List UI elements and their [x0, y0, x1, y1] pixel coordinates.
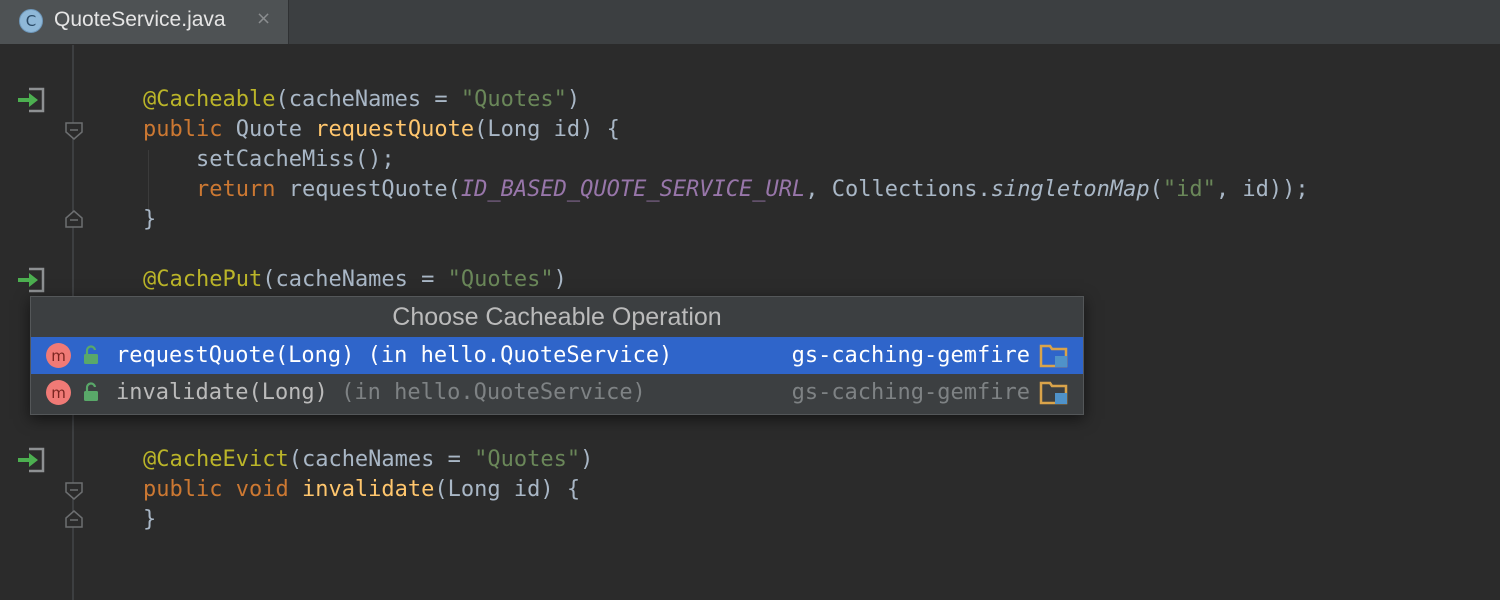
popup-title: Choose Cacheable Operation — [392, 303, 722, 331]
java-class-icon: C — [19, 9, 43, 33]
equals: = — [421, 87, 461, 112]
code-line-cacheput: @CachePut(cacheNames = "Quotes") — [143, 267, 567, 292]
public-lock-icon — [84, 382, 98, 401]
keyword: public — [143, 117, 223, 142]
fold-start-icon[interactable] — [65, 482, 83, 500]
param-name: cacheNames — [301, 447, 435, 472]
code-line-close-brace: } — [143, 207, 157, 232]
separator: , Collections. — [805, 177, 991, 202]
cache-operation-navigate-icon[interactable] — [16, 265, 46, 295]
keyword: public void — [143, 477, 289, 502]
code-line-set-cache-miss: setCacheMiss(); — [143, 147, 395, 172]
string-literal: "Quotes" — [460, 87, 567, 112]
close-tab-icon[interactable]: × — [256, 8, 271, 29]
string-literal: "Quotes" — [447, 267, 554, 292]
tab-title: QuoteService.java — [54, 8, 226, 31]
code-line-invalidate-signature: public void invalidate(Long id) { — [143, 475, 580, 505]
close-paren: ) — [580, 447, 594, 472]
method-name: invalidate — [301, 477, 435, 502]
popup-item-method: requestQuote(Long) — [116, 343, 355, 368]
static-call: singletonMap — [990, 177, 1150, 202]
popup-item-module: gs-caching-gemfire — [791, 343, 1030, 368]
param-name: cacheNames — [275, 267, 408, 292]
popup-item-invalidate[interactable]: m invalidate(Long) (in hello.QuoteServic… — [31, 374, 1083, 411]
keyword: return — [143, 177, 276, 202]
cache-operation-navigate-icon[interactable] — [16, 85, 46, 115]
annotation: @CacheEvict — [143, 447, 289, 472]
cache-operation-navigate-icon[interactable] — [16, 445, 46, 475]
code-line-close-brace: } — [143, 507, 157, 532]
open-paren: ( — [1149, 177, 1163, 202]
string-literal: "id" — [1162, 177, 1216, 202]
rest: , id)); — [1215, 177, 1309, 202]
tab-quoteservice-java[interactable]: C QuoteService.java × — [0, 0, 289, 44]
choose-cacheable-operation-popup: Choose Cacheable Operation m requestQuot… — [30, 296, 1084, 415]
close-paren: ) — [566, 87, 581, 112]
code-line-request-quote-signature: public Quote requestQuote(Long id) { — [143, 115, 620, 145]
call: requestQuote( — [275, 177, 461, 202]
popup-item-location: (in hello.QuoteService) — [327, 380, 646, 405]
popup-item-method: invalidate(Long) — [116, 380, 328, 405]
annotation: @Cacheable — [143, 87, 276, 112]
code-line-cacheable: @Cacheable(cacheNames = "Quotes") — [143, 87, 581, 112]
editor-tab-bar: C QuoteService.java × — [0, 0, 1500, 45]
fold-end-icon[interactable] — [65, 210, 83, 228]
module-folder-icon — [1039, 381, 1068, 405]
method-icon: m — [46, 380, 71, 405]
code-line-cacheevict: @CacheEvict(cacheNames = "Quotes") — [143, 447, 594, 472]
return-type: Quote — [222, 117, 316, 142]
annotation: @CachePut — [143, 267, 263, 292]
popup-item-request-quote[interactable]: m requestQuote(Long) (in hello.QuoteServ… — [31, 337, 1083, 374]
popup-item-text: invalidate(Long) (in hello.QuoteService) — [116, 374, 646, 411]
method-name: requestQuote — [315, 117, 475, 142]
params: (Long id) { — [474, 117, 620, 142]
equals: = — [407, 267, 448, 292]
close-paren: ) — [553, 267, 567, 292]
fold-end-icon[interactable] — [65, 510, 83, 528]
equals: = — [434, 447, 475, 472]
string-literal: "Quotes" — [474, 447, 581, 472]
params: (Long id) { — [434, 477, 581, 502]
popup-item-text: requestQuote(Long) (in hello.QuoteServic… — [116, 337, 672, 374]
fold-start-icon[interactable] — [65, 122, 83, 140]
param-name: cacheNames — [288, 87, 422, 112]
code-line-return: return requestQuote(ID_BASED_QUOTE_SERVI… — [143, 175, 1309, 205]
constant: ID_BASED_QUOTE_SERVICE_URL — [460, 177, 806, 202]
public-lock-icon — [84, 345, 98, 364]
popup-item-module: gs-caching-gemfire — [791, 380, 1030, 405]
module-folder-icon — [1039, 344, 1068, 368]
method-icon: m — [46, 343, 71, 368]
popup-item-location: (in hello.QuoteService) — [354, 343, 673, 368]
